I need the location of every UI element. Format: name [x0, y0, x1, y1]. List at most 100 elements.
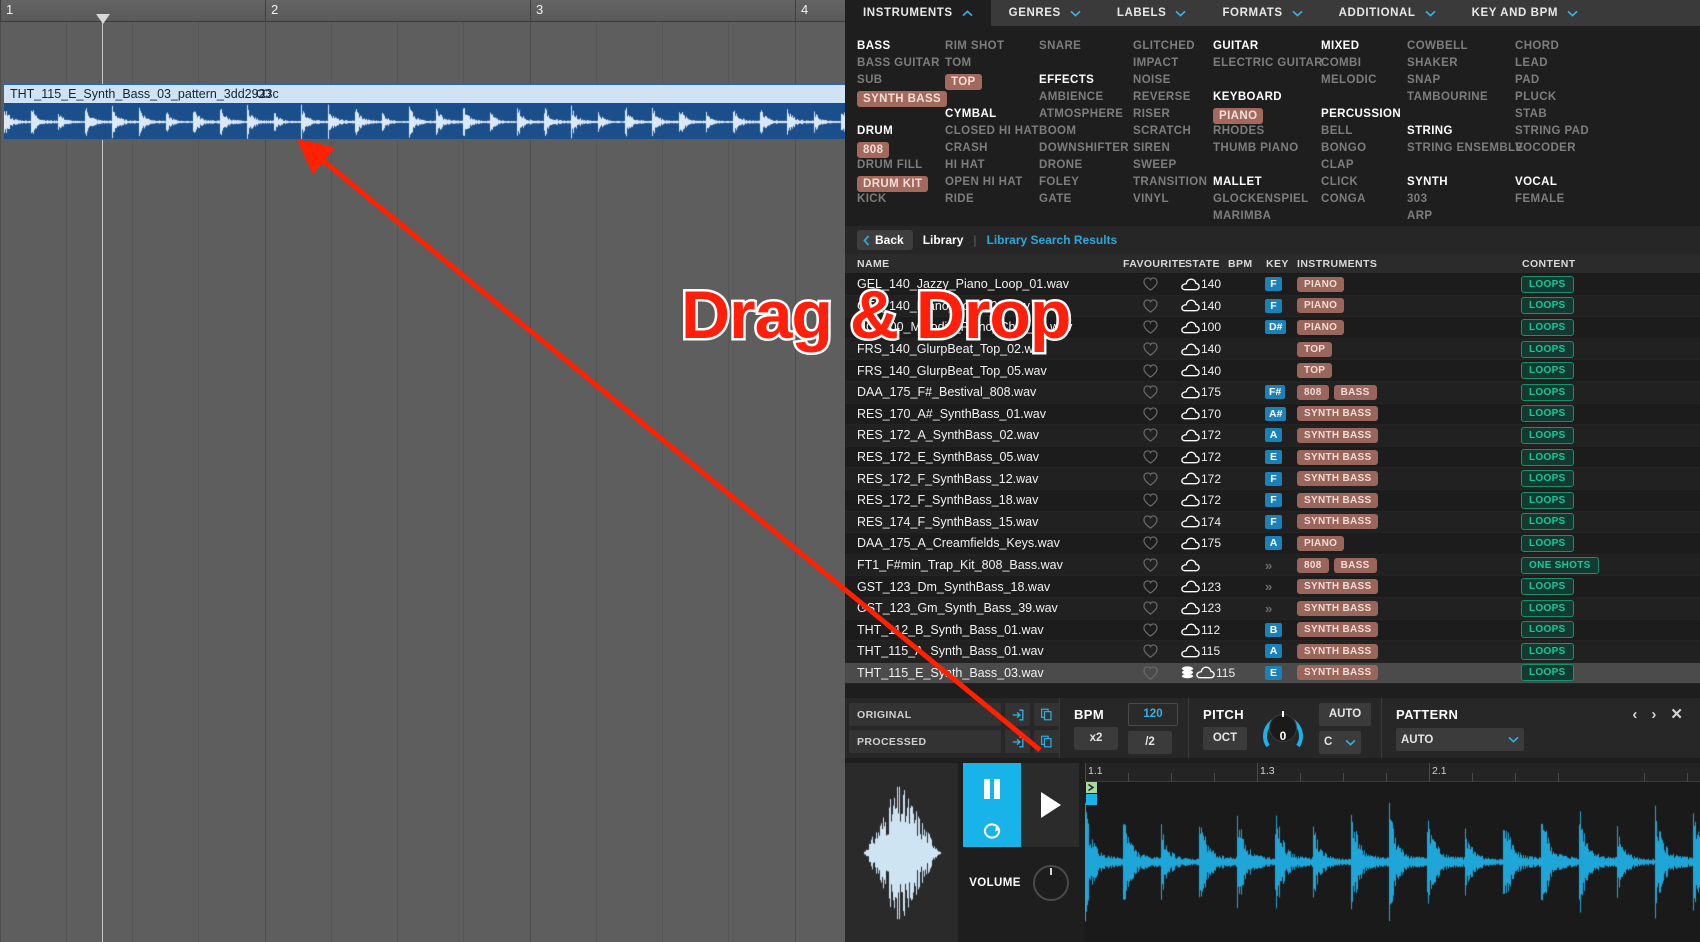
- pitch-auto-button[interactable]: AUTO: [1319, 702, 1371, 726]
- tab-key-and-bpm[interactable]: KEY AND BPM: [1454, 0, 1596, 26]
- export-original-button[interactable]: [1005, 703, 1030, 726]
- column-header-favourite[interactable]: FAVOURITE: [1123, 258, 1186, 270]
- table-row[interactable]: RES_172_E_SynthBass_05.wav 172 E SYNTH BASS…: [845, 446, 1700, 469]
- favourite-cell[interactable]: [1143, 447, 1158, 468]
- column-header-content[interactable]: CONTENT: [1522, 258, 1576, 270]
- tag-item-rhodes[interactable]: RHODES: [1213, 123, 1333, 140]
- heart-icon[interactable]: [1143, 579, 1158, 594]
- timeline-ruler[interactable]: 1 2 3 4: [0, 0, 845, 22]
- tag-item-thumb-piano[interactable]: THUMB PIANO: [1213, 140, 1333, 157]
- table-row[interactable]: FRS_140_GlurpBeat_Top_05.wav 140 TOP LOOPS: [845, 360, 1700, 382]
- tag-item-piano[interactable]: PIANO: [1213, 108, 1264, 124]
- heart-icon[interactable]: [1143, 623, 1158, 637]
- tag-item-drum-kit[interactable]: DRUM KIT: [857, 176, 929, 192]
- bpm-div2-button[interactable]: /2: [1128, 730, 1172, 754]
- tag-item-vocoder[interactable]: VOCODER: [1515, 140, 1635, 157]
- favourite-cell[interactable]: [1143, 274, 1158, 295]
- tag-item-chord[interactable]: CHORD: [1515, 38, 1635, 55]
- audio-clip[interactable]: THT_115_E_Synth_Bass_03_pattern_3dd2923c: [3, 84, 863, 140]
- copy-processed-button[interactable]: [1034, 730, 1059, 753]
- favourite-cell[interactable]: [1143, 511, 1158, 532]
- export-processed-button[interactable]: [1005, 730, 1030, 753]
- favourite-cell[interactable]: [1143, 468, 1158, 489]
- pitch-knob[interactable]: 0: [1258, 703, 1308, 753]
- tag-item-string-pad[interactable]: STRING PAD: [1515, 123, 1635, 140]
- bpm-value-field[interactable]: 120: [1128, 702, 1178, 726]
- table-row[interactable]: GST_123_Dm_SynthBass_18.wav 123 » SYNTH BAS…: [845, 576, 1700, 598]
- favourite-cell[interactable]: [1143, 490, 1158, 511]
- volume-knob[interactable]: [1029, 861, 1073, 905]
- favourite-cell[interactable]: [1143, 403, 1158, 424]
- tag-item-stab[interactable]: STAB: [1515, 106, 1635, 123]
- heart-icon[interactable]: [1143, 342, 1158, 356]
- heart-icon[interactable]: [1143, 493, 1158, 508]
- favourite-cell[interactable]: [1143, 382, 1158, 403]
- heart-icon[interactable]: [1143, 450, 1158, 464]
- favourite-cell[interactable]: [1143, 317, 1158, 338]
- heart-icon[interactable]: [1143, 363, 1158, 378]
- heart-icon[interactable]: [1143, 536, 1158, 551]
- tab-additional[interactable]: ADDITIONAL: [1321, 0, 1454, 26]
- table-row[interactable]: THT_112_B_Synth_Bass_01.wav 112 B SYNTH BAS…: [845, 619, 1700, 642]
- favourite-cell[interactable]: [1143, 425, 1158, 446]
- table-row[interactable]: DAA_175_F#_Bestival_808.wav 175 F# 808 BASS L…: [845, 381, 1700, 404]
- column-header-key[interactable]: KEY: [1266, 258, 1289, 270]
- tag-item-pad[interactable]: PAD: [1515, 72, 1635, 89]
- column-header-instruments[interactable]: INSTRUMENTS: [1297, 258, 1377, 270]
- copy-original-button[interactable]: [1034, 703, 1059, 726]
- heart-icon[interactable]: [1143, 644, 1158, 659]
- heart-icon[interactable]: [1143, 407, 1158, 421]
- table-row[interactable]: GST_123_Gm_Synth_Bass_39.wav 123 » SYNTH BA…: [845, 597, 1700, 620]
- pattern-prev-button[interactable]: ‹: [1625, 706, 1644, 723]
- favourite-cell[interactable]: [1143, 619, 1158, 640]
- heart-icon[interactable]: [1143, 428, 1158, 443]
- breadcrumb-library[interactable]: Library: [913, 233, 974, 247]
- waveform-ruler[interactable]: 1.1 1.3 2.1: [1085, 763, 1700, 782]
- tag-item-snap[interactable]: SNAP: [1407, 72, 1527, 89]
- tag-item-string-ensemble[interactable]: STRING ENSEMBLE: [1407, 140, 1527, 157]
- bpm-x2-button[interactable]: x2: [1074, 726, 1118, 750]
- favourite-cell[interactable]: [1143, 662, 1158, 683]
- main-waveform-display[interactable]: [1085, 782, 1700, 942]
- favourite-cell[interactable]: [1143, 360, 1158, 381]
- table-row[interactable]: FT1_F#min_Trap_Kit_808_Bass.wav » 808 BASS O…: [845, 554, 1700, 577]
- tag-item-lead[interactable]: LEAD: [1515, 55, 1635, 72]
- tag-item-tambourine[interactable]: TAMBOURINE: [1407, 89, 1527, 106]
- tag-item-shaker[interactable]: SHAKER: [1407, 55, 1527, 72]
- loop-toggle-button[interactable]: [963, 815, 1021, 847]
- heart-icon[interactable]: [1143, 515, 1158, 529]
- tab-instruments[interactable]: INSTRUMENTS: [845, 0, 991, 26]
- table-row[interactable]: RES_172_F_SynthBass_18.wav 172 F SYNTH BASS…: [845, 489, 1700, 512]
- favourite-cell[interactable]: [1143, 598, 1158, 619]
- table-row[interactable]: RES_170_A#_SynthBass_01.wav 170 A# SYNTH BA…: [845, 403, 1700, 426]
- tag-item-arp[interactable]: ARP: [1407, 208, 1527, 225]
- tab-genres[interactable]: GENRES: [991, 0, 1099, 26]
- tag-item-top[interactable]: TOP: [945, 74, 982, 90]
- tag-item-electric-guitar[interactable]: ELECTRIC GUITAR: [1213, 55, 1333, 72]
- favourite-cell[interactable]: [1143, 555, 1158, 576]
- table-row[interactable]: RES_172_A_SynthBass_02.wav 172 A SYNTH BASS…: [845, 425, 1700, 447]
- heart-icon[interactable]: [1143, 471, 1158, 486]
- column-header-bpm[interactable]: BPM: [1228, 258, 1253, 270]
- play-button[interactable]: [1021, 763, 1079, 847]
- pitch-key-select[interactable]: C: [1319, 730, 1361, 754]
- tag-item-303[interactable]: 303: [1407, 191, 1527, 208]
- favourite-cell[interactable]: [1143, 576, 1158, 597]
- loop-start-marker[interactable]: [1086, 782, 1097, 806]
- favourite-cell[interactable]: [1143, 295, 1158, 316]
- favourite-cell[interactable]: [1143, 641, 1158, 662]
- tag-item-marimba[interactable]: MARIMBA: [1213, 208, 1333, 225]
- back-button[interactable]: Back: [857, 230, 913, 250]
- table-row[interactable]: RES_172_F_SynthBass_12.wav 172 F SYNTH BASS…: [845, 468, 1700, 490]
- tag-item-synth-bass[interactable]: SYNTH BASS: [857, 91, 948, 107]
- tag-item-808[interactable]: 808: [857, 142, 890, 158]
- playhead-marker[interactable]: [96, 14, 110, 24]
- heart-icon[interactable]: [1143, 385, 1158, 400]
- heart-icon[interactable]: [1143, 320, 1158, 335]
- tab-labels[interactable]: LABELS: [1099, 0, 1205, 26]
- pause-button[interactable]: [963, 763, 1021, 815]
- column-header-name[interactable]: NAME: [857, 258, 890, 270]
- heart-icon[interactable]: [1143, 666, 1158, 680]
- tag-item-pluck[interactable]: PLUCK: [1515, 89, 1635, 106]
- table-row[interactable]: THT_115_E_Synth_Bass_03.wav 115 E SYNTH BAS…: [845, 662, 1700, 684]
